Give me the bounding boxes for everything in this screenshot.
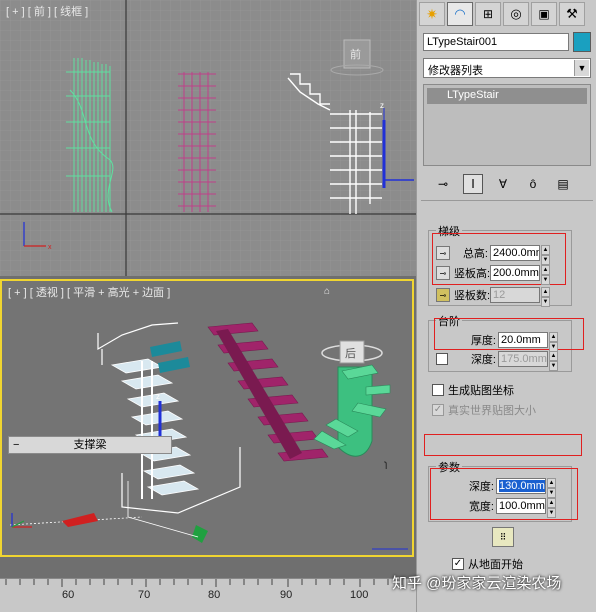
stringer-width-row: 宽度: 100.0mm ▲ ▼	[436, 497, 556, 518]
step-thickness-input[interactable]: 20.0mm	[498, 332, 548, 348]
modifier-list-dropdown[interactable]: 修改器列表 ▼	[423, 58, 591, 78]
stringers-rollout-header[interactable]: − 支撑梁	[8, 436, 172, 454]
total-height-row: ⊸ 总高: 2400.0mm ▲ ▼	[436, 244, 550, 265]
perspective-viewcube-label[interactable]: 后	[345, 347, 356, 360]
modify-icon[interactable]: ◠	[447, 2, 473, 26]
real-world-row: ✓ 真实世界贴图大小	[432, 401, 536, 419]
chevron-down-icon[interactable]: ▼	[574, 60, 589, 76]
panel-divider	[421, 200, 593, 201]
riser-count-label: 竖板数:	[454, 290, 491, 302]
stack-toolbar: ⊸ Ⅰ ∀ ô ▤	[423, 172, 591, 196]
create-icon[interactable]: ✷	[419, 2, 445, 26]
ruler-tick-label: 60	[62, 589, 75, 601]
svg-text:x: x	[48, 244, 52, 251]
stringer-depth-value: 130.0mm	[499, 480, 545, 492]
step-thickness-spinner[interactable]: ▲ ▼	[549, 332, 558, 352]
stringer-width-spinner[interactable]: ▲ ▼	[547, 498, 556, 518]
ruler-ticks	[5, 579, 403, 587]
riser-height-label: 竖板高:	[454, 268, 491, 280]
gen-mapping-row: 生成贴图坐标	[432, 381, 514, 399]
step-depth-input[interactable]: 175.0mm	[498, 351, 548, 367]
total-height-input[interactable]: 2400.0mm	[490, 245, 540, 261]
perspective-viewport[interactable]: z 后 ɿ [+] [透视] [平滑 + 高光 + 边面] ⌂	[0, 279, 414, 557]
hierarchy-icon[interactable]: ⊞	[475, 2, 501, 26]
stringer-depth-input[interactable]: 130.0mm	[496, 478, 546, 494]
command-panel-tabs: ✷ ◠ ⊞ ◎ ▣ ⚒	[419, 2, 595, 28]
svg-text:z: z	[380, 101, 384, 110]
pin-stack-icon[interactable]: ⊸	[433, 174, 453, 194]
total-height-spinner[interactable]: ▲ ▼	[541, 245, 550, 265]
highlight-box	[424, 434, 582, 456]
stringer-depth-row: 深度: 130.0mm ▲ ▼	[436, 477, 556, 498]
from-floor-label: 从地面开始	[468, 559, 523, 571]
real-world-label: 真实世界贴图大小	[448, 405, 536, 417]
riser-height-row: ⊸ 竖板高: 200.0mm ▲ ▼	[436, 264, 550, 285]
stringer-width-input[interactable]: 100.0mm	[496, 498, 546, 514]
stringer-depth-spinner[interactable]: ▲ ▼	[547, 478, 556, 498]
step-depth-row: 深度: 175.0mm ▲ ▼	[436, 350, 558, 371]
display-icon[interactable]: ▣	[531, 2, 557, 26]
object-color-swatch[interactable]	[573, 32, 591, 52]
from-floor-checkbox[interactable]: ✓	[452, 558, 464, 570]
pin-icon[interactable]: ⊸	[436, 266, 450, 280]
step-depth-label: 深度:	[470, 354, 496, 366]
svg-text:ɿ: ɿ	[384, 459, 387, 470]
riser-count-input[interactable]: 12	[490, 287, 540, 303]
remove-modifier-icon[interactable]: ô	[523, 174, 543, 194]
front-viewport-label[interactable]: [ + ] [ 前 ] [ 线框 ]	[6, 3, 88, 19]
utilities-icon[interactable]: ⚒	[559, 2, 585, 26]
motion-icon[interactable]: ◎	[503, 2, 529, 26]
spring-options-icon[interactable]: ⠿	[492, 527, 514, 547]
max-workspace: z x [ + ] [ 前 ] [ 线框 ] 前 z 后 ɿ [+] [透…	[0, 0, 596, 612]
riser-height-spinner[interactable]: ▲ ▼	[541, 265, 550, 285]
watermark: 知乎 @玢家家云渲染农场	[392, 575, 562, 592]
front-viewport-grid: z x	[0, 0, 416, 276]
configure-sets-icon[interactable]: ▤	[553, 174, 573, 194]
from-floor-row: ✓ 从地面开始	[452, 555, 523, 573]
total-height-label: 总高:	[462, 248, 488, 260]
perspective-viewport-label[interactable]: [ + ] [ 透视 ] [ 平滑 + 高光 + 边面 ]	[8, 284, 170, 300]
timeline-ruler[interactable]: 60 70 80 90 100	[0, 578, 416, 612]
stringer-depth-label: 深度:	[468, 481, 494, 493]
front-viewport[interactable]: z x [ + ] [ 前 ] [ 线框 ] 前	[0, 0, 416, 276]
make-unique-icon[interactable]: ∀	[493, 174, 513, 194]
viewcube-front-label[interactable]: 前	[350, 46, 361, 62]
perspective-scene: z 后 ɿ	[9, 322, 408, 550]
riser-height-input[interactable]: 200.0mm	[490, 265, 540, 281]
ruler-tick-label: 80	[208, 589, 221, 601]
stringer-width-label: 宽度:	[468, 501, 494, 513]
step-thickness-row: 厚度: 20.0mm ▲ ▼	[436, 331, 558, 352]
pin-icon[interactable]: ⊸	[436, 288, 450, 302]
gen-mapping-checkbox[interactable]	[432, 384, 444, 396]
object-name-field[interactable]: LTypeStair001	[423, 33, 569, 51]
riser-count-row: ⊸ 竖板数: 12 ▲ ▼	[436, 286, 550, 307]
gen-mapping-label: 生成贴图坐标	[448, 385, 514, 397]
show-end-result-icon[interactable]: Ⅰ	[463, 174, 483, 194]
ruler-tick-label: 70	[138, 589, 151, 601]
step-depth-checkbox[interactable]	[436, 353, 448, 365]
step-depth-spinner[interactable]: ▲ ▼	[549, 351, 558, 371]
step-thickness-label: 厚度:	[470, 335, 496, 347]
riser-count-spinner[interactable]: ▲ ▼	[541, 287, 550, 307]
ruler-tick-label: 90	[280, 589, 293, 601]
real-world-checkbox[interactable]: ✓	[432, 404, 444, 416]
ruler-tick-label: 100	[350, 589, 369, 601]
collapse-icon: −	[13, 439, 20, 451]
modifier-stack[interactable]: LTypeStair	[423, 84, 591, 166]
modifier-list-label: 修改器列表	[428, 65, 483, 77]
stack-item-ltypestair[interactable]: LTypeStair	[427, 88, 587, 104]
svg-text:z: z	[156, 392, 160, 401]
home-icon[interactable]: ⌂	[324, 286, 330, 297]
pin-icon[interactable]: ⊸	[436, 246, 450, 260]
stringers-rollout-title: 支撑梁	[73, 439, 107, 451]
